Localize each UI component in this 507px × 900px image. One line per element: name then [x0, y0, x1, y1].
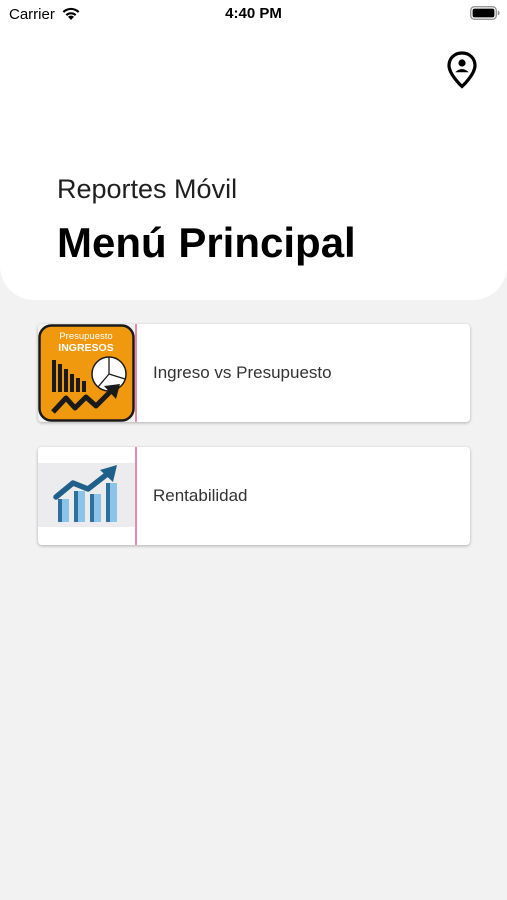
thumb-line-2: INGRESOS [58, 342, 113, 354]
menu-item-ingreso-vs-presupuesto[interactable]: Presupuesto INGRESOS Ingreso vs Presupue… [38, 324, 470, 422]
card-divider [135, 447, 137, 545]
page-subtitle: Reportes Móvil [57, 174, 238, 204]
menu-item-rentabilidad[interactable]: Rentabilidad [38, 447, 470, 545]
location-button[interactable] [443, 50, 481, 90]
budget-income-icon: Presupuesto INGRESOS [38, 324, 135, 422]
menu-item-label: Ingreso vs Presupuesto [153, 363, 332, 382]
menu-item-label: Rentabilidad [153, 486, 248, 505]
status-time: 4:40 PM [225, 5, 282, 22]
location-pin-icon [447, 51, 477, 89]
battery-icon [470, 6, 500, 20]
thumb-line-1: Presupuesto [59, 331, 112, 342]
growth-chart-icon [38, 447, 135, 545]
card-divider [135, 324, 137, 422]
header-panel: Carrier 4:40 PM Reportes Móvil Menú Prin… [0, 0, 507, 300]
page-title: Menú Principal [57, 219, 356, 266]
status-bar: Carrier 4:40 PM [0, 0, 507, 30]
